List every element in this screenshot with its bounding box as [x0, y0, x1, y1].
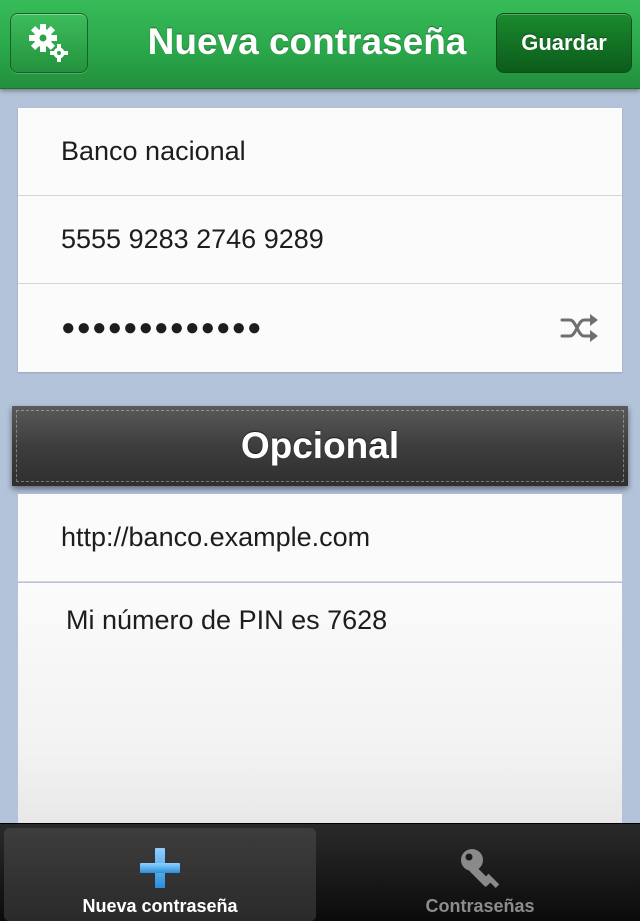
url-field[interactable]: http://banco.example.com [18, 494, 622, 582]
tab-passwords[interactable]: Contraseñas [324, 828, 636, 921]
credentials-group: Banco nacional 5555 9283 2746 9289 ●●●●●… [18, 108, 622, 372]
optional-section-header: Opcional [12, 406, 628, 486]
password-value: ●●●●●●●●●●●●● [61, 314, 263, 341]
name-field[interactable]: Banco nacional [18, 108, 622, 196]
optional-group: http://banco.example.com [18, 494, 622, 582]
page-title: Nueva contraseña [147, 21, 467, 62]
tab-new-password[interactable]: Nueva contraseña [4, 828, 316, 921]
shuffle-icon[interactable] [560, 312, 600, 344]
optional-header-label: Opcional [240, 425, 400, 466]
gears-icon [29, 24, 68, 62]
url-value: http://banco.example.com [61, 522, 371, 552]
tab-passwords-label: Contraseñas [425, 896, 535, 916]
navigation-bar: Nueva contraseña Guardar [0, 0, 640, 89]
name-value: Banco nacional [61, 136, 246, 166]
account-number-field[interactable]: 5555 9283 2746 9289 [18, 196, 622, 284]
plus-icon [140, 848, 180, 888]
tab-bar: Nueva contraseña Contraseñas [0, 823, 640, 921]
save-button[interactable]: Guardar [496, 13, 632, 73]
tab-new-password-label: Nueva contraseña [82, 896, 238, 916]
notes-value: Mi número de PIN es 7628 [66, 605, 388, 635]
password-field[interactable]: ●●●●●●●●●●●●● [18, 284, 622, 372]
account-number-value: 5555 9283 2746 9289 [61, 224, 324, 254]
notes-field[interactable]: Mi número de PIN es 7628 [18, 583, 622, 823]
settings-button[interactable] [10, 13, 88, 73]
key-icon [461, 849, 500, 888]
